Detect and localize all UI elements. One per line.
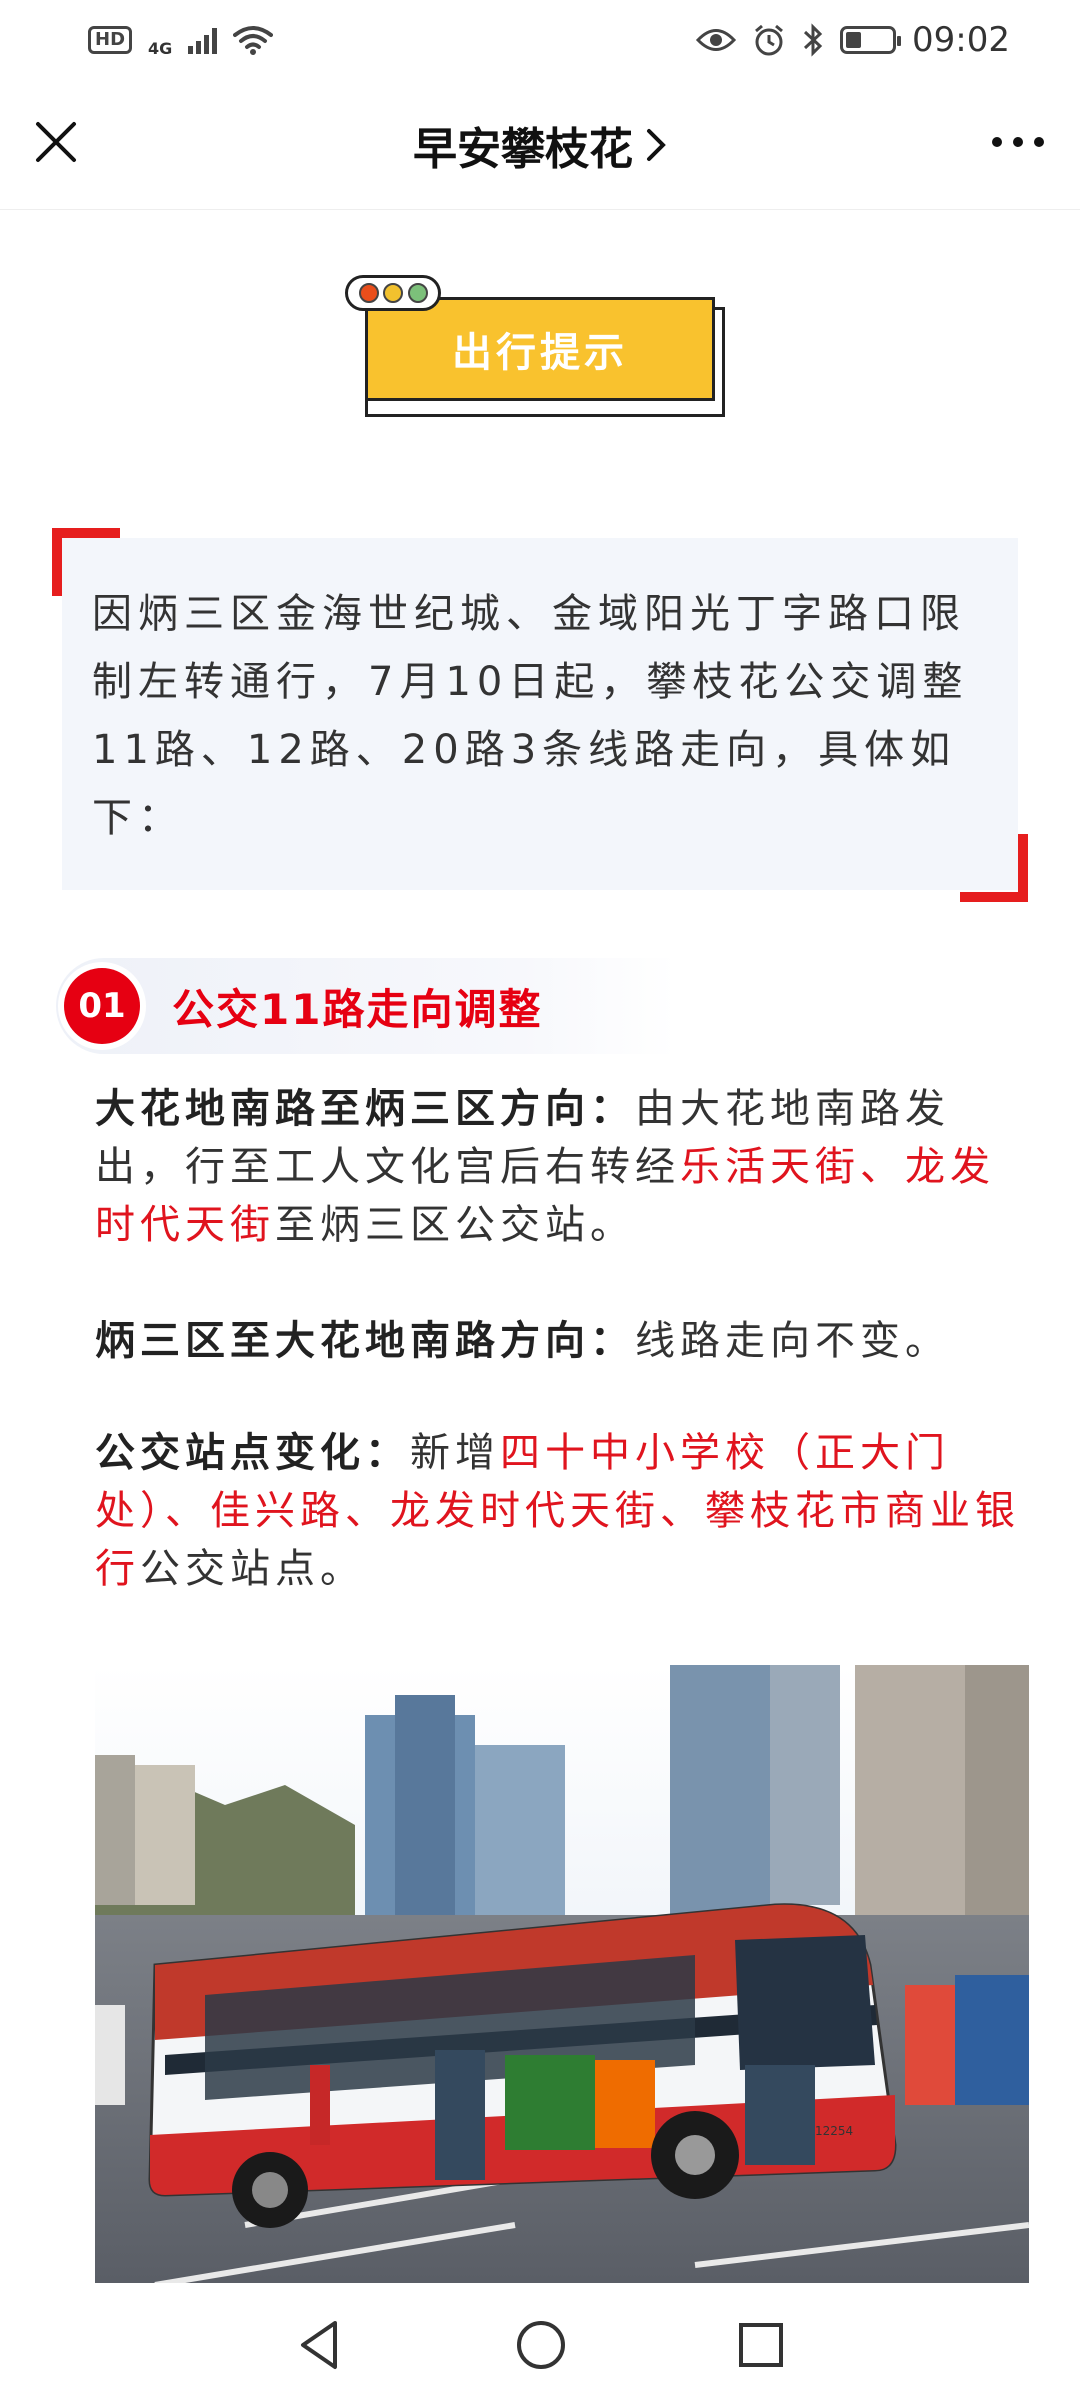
paragraph-label: 公交站点变化：: [95, 1430, 410, 1476]
eye-icon: [696, 29, 737, 51]
system-nav-bar: [0, 2290, 1080, 2400]
paragraph-text: 至炳三区公交站。: [275, 1202, 635, 1248]
bus-photo[interactable]: 12254: [95, 1665, 1029, 2283]
paragraph-label: 炳三区至大花地南路方向：: [95, 1318, 635, 1364]
nav-bar: 早安攀枝花: [0, 80, 1080, 210]
wifi-icon: [233, 26, 274, 55]
account-title-link[interactable]: 早安攀枝花: [413, 113, 667, 177]
account-title: 早安攀枝花: [413, 123, 633, 175]
section-heading: 01 公交11路走向调整: [56, 958, 676, 1054]
paragraph-text: 线路走向不变。: [635, 1318, 950, 1364]
paragraph-text: 新增: [410, 1430, 500, 1476]
bus-photo-illustration: 12254: [95, 1665, 1029, 2283]
status-bar: HD 4G 09:02: [0, 0, 1080, 80]
travel-tip-badge: 出行提示: [345, 275, 735, 425]
back-icon[interactable]: [295, 2319, 345, 2371]
badge-label: 出行提示: [452, 330, 628, 376]
status-right: 09:02: [696, 20, 1010, 60]
corner-decoration-bottom-right: [960, 834, 1028, 902]
alarm-icon: [755, 24, 783, 56]
chevron-right-icon: [647, 128, 666, 161]
paragraph-route-direction-2: 炳三区至大花地南路方向：线路走向不变。: [95, 1312, 1025, 1370]
bluetooth-icon: [803, 23, 823, 57]
close-icon[interactable]: [30, 116, 82, 168]
hd-icon: HD: [88, 26, 133, 54]
traffic-light-icon: [345, 275, 441, 311]
status-left: HD 4G: [88, 23, 274, 58]
section-number: 01: [64, 968, 140, 1044]
bus-number-label: 12254: [815, 2124, 853, 2138]
section-title: 公交11路走向调整: [172, 984, 543, 1034]
recents-icon[interactable]: [737, 2321, 785, 2369]
intro-text: 因炳三区金海世纪城、金域阳光丁字路口限制左转通行，7月10日起，攀枝花公交调整1…: [92, 591, 969, 841]
signal-icon: [188, 26, 218, 54]
paragraph-label: 大花地南路至炳三区方向：: [95, 1086, 635, 1132]
home-icon[interactable]: [515, 2319, 567, 2371]
battery-icon: [840, 26, 902, 54]
intro-box: 因炳三区金海世纪城、金域阳光丁字路口限制左转通行，7月10日起，攀枝花公交调整1…: [62, 538, 1018, 890]
status-time: 09:02: [912, 20, 1010, 60]
paragraph-route-direction-1: 大花地南路至炳三区方向：由大花地南路发出，行至工人文化宫后右转经乐活天街、龙发时…: [95, 1080, 1025, 1254]
network-type-label: 4G: [148, 38, 173, 58]
badge-box: 出行提示: [365, 297, 715, 401]
paragraph-stop-changes: 公交站点变化：新增四十中小学校（正大门处）、佳兴路、龙发时代天街、攀枝花市商业银…: [95, 1424, 1025, 1598]
paragraph-text: 公交站点。: [140, 1546, 365, 1592]
more-icon[interactable]: [986, 120, 1050, 164]
